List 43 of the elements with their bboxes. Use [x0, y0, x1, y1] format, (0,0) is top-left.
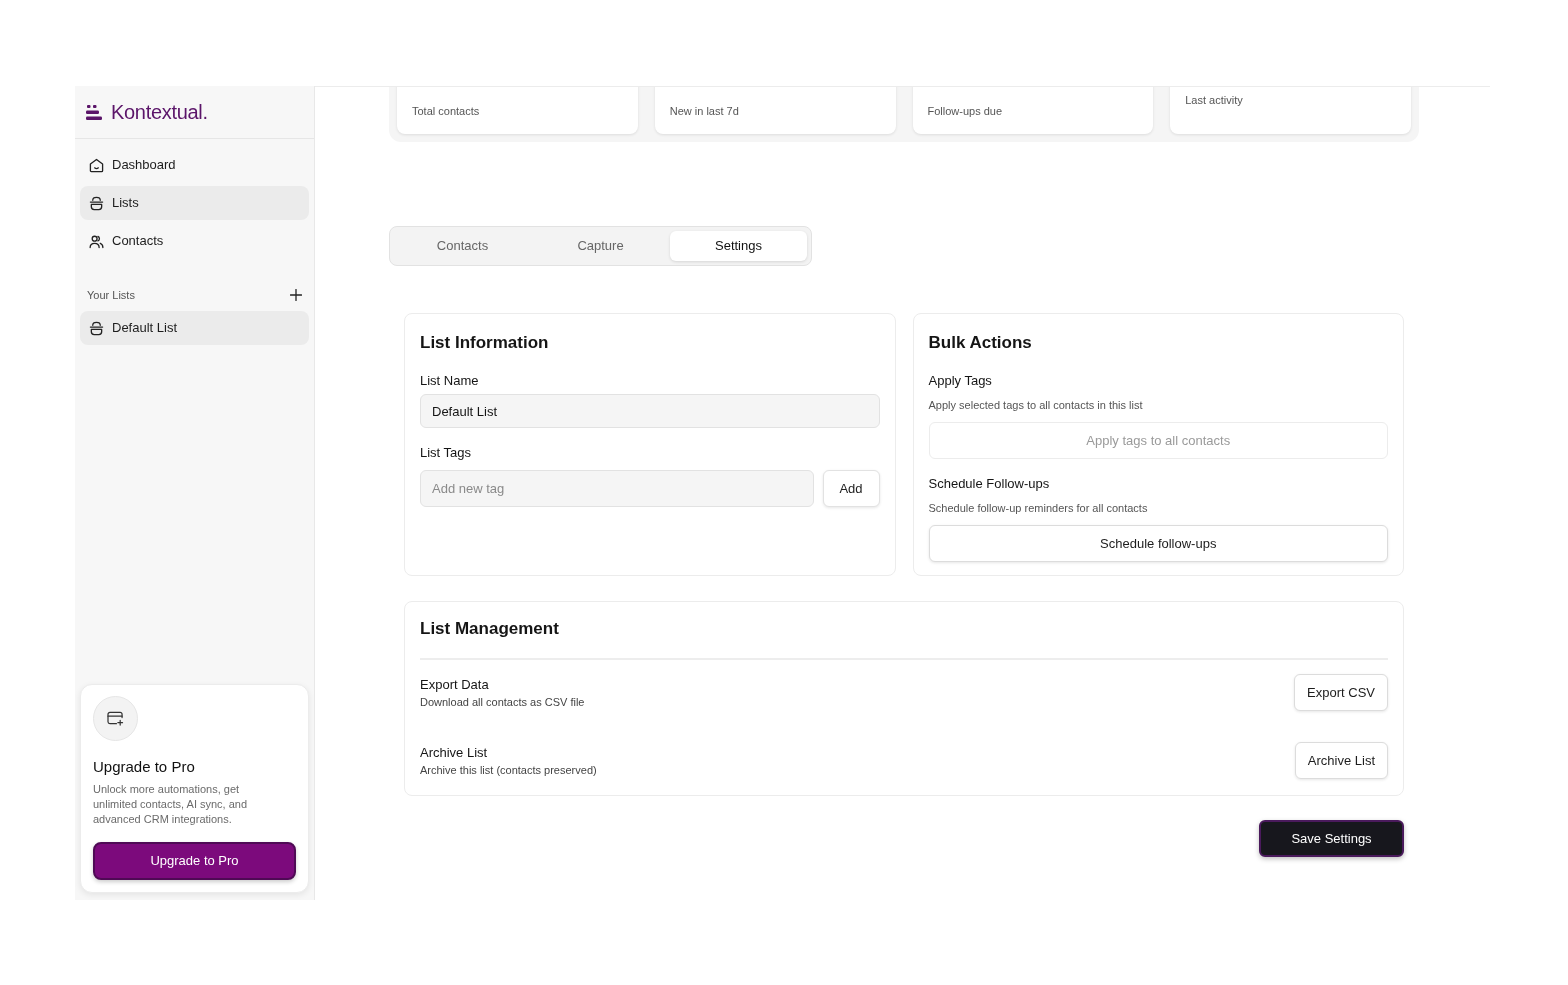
upgrade-description: Unlock more automations, get unlimited contacts, AI sync, and advanced CRM integrations.	[93, 782, 249, 827]
stat-label: New in last 7d	[669, 104, 740, 119]
stat-label: Last activity	[1185, 93, 1244, 108]
stat-label: Total contacts	[412, 104, 481, 119]
upgrade-title: Upgrade to Pro	[93, 757, 196, 777]
action-title: Apply Tags	[928, 372, 993, 390]
sidebar-item[interactable]: Lists	[80, 186, 309, 220]
container-icon	[89, 320, 104, 336]
action-button[interactable]: Schedule follow-ups	[928, 525, 1388, 562]
tab[interactable]: Contacts	[394, 231, 531, 261]
upgrade-button[interactable]: Upgrade to Pro	[93, 842, 296, 880]
action-description: Schedule follow-up reminders for all contacts	[928, 501, 1149, 516]
row-description: Download all contacts as CSV file	[420, 694, 585, 710]
sidebar-item[interactable]: Default List	[80, 311, 309, 345]
action-title: Schedule Follow-ups	[928, 475, 1051, 493]
list-name-field[interactable]: Default List	[420, 394, 880, 428]
logo-icon	[86, 104, 102, 120]
card-title: List Management	[420, 618, 560, 640]
section-title: Your Lists	[87, 287, 135, 303]
tag-input-field[interactable]: Add new tag	[420, 470, 814, 507]
card-plus-icon	[93, 696, 138, 741]
house-icon	[89, 157, 104, 173]
field-label: List Tags	[420, 444, 473, 462]
save-settings-button[interactable]: Save Settings	[1259, 820, 1404, 857]
row-action-button[interactable]: Archive List	[1294, 742, 1388, 779]
field-label: List Name	[420, 372, 480, 390]
card-title: List Information	[420, 332, 550, 354]
tab[interactable]: Capture	[532, 231, 669, 261]
tab[interactable]: Settings	[670, 231, 807, 261]
action-description: Apply selected tags to all contacts in this list	[928, 398, 1144, 413]
sidebar-item[interactable]: Dashboard	[80, 148, 309, 182]
brand-name: Kontextual.	[111, 100, 208, 125]
container-icon	[89, 195, 104, 211]
users-icon	[89, 233, 104, 249]
row-title: Export Data	[420, 675, 490, 694]
row-action-button[interactable]: Export CSV	[1294, 674, 1388, 711]
add-list-icon[interactable]	[290, 289, 302, 301]
sidebar-item[interactable]: Contacts	[80, 224, 309, 258]
row-description: Archive this list (contacts preserved)	[420, 762, 597, 778]
card-title: Bulk Actions	[928, 332, 1033, 354]
add-tag-button[interactable]: Add	[822, 470, 880, 507]
stat-label: Follow-ups due	[927, 104, 1004, 119]
row-title: Archive List	[420, 743, 489, 762]
